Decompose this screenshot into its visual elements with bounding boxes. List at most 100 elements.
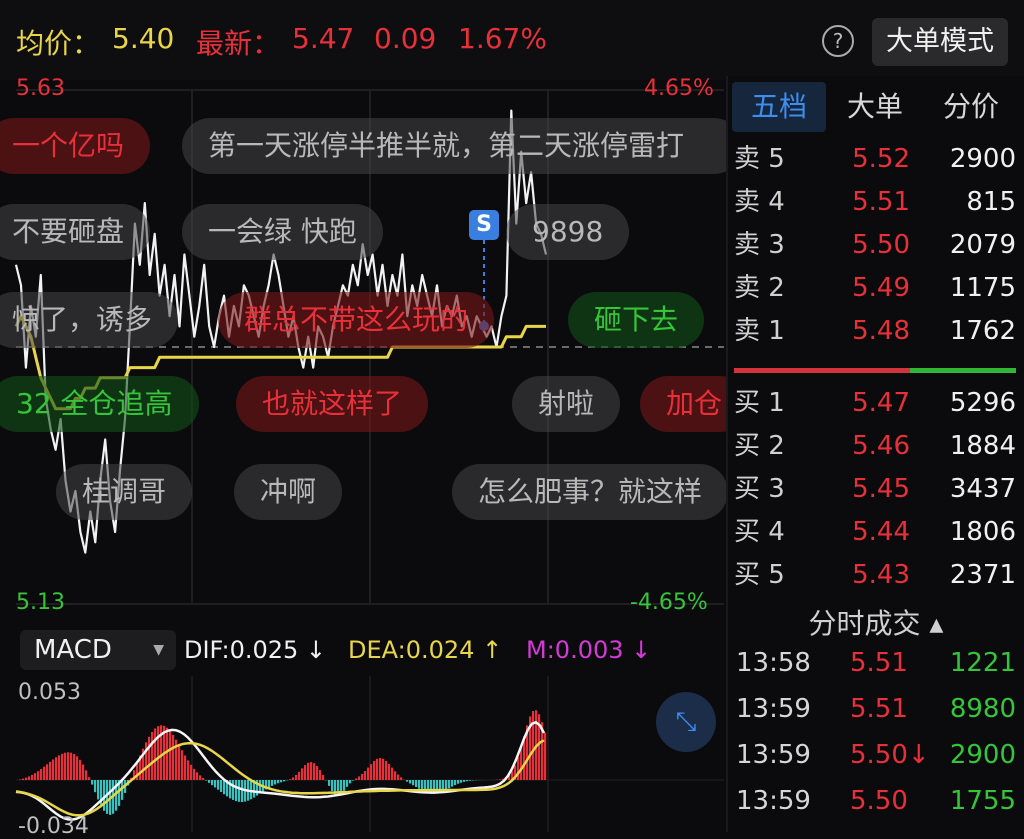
macd-histogram-bar	[418, 780, 420, 789]
danmaku-bubble[interactable]: 冲啊	[234, 464, 342, 520]
bid-row: 买 55.432371	[728, 554, 1024, 597]
macd-histogram-bar	[211, 780, 213, 785]
danmaku-layer: 一个亿吗 第一天涨停半推半就，第二天涨停雷打 不要砸盘 一会绿 快跑 9898 …	[0, 80, 726, 620]
danmaku-bubble[interactable]: 惊了，诱多	[0, 292, 178, 348]
avg-value: 5.40	[112, 22, 174, 55]
macd-histogram-bar	[40, 769, 42, 780]
danmaku-bubble[interactable]: 射啦	[512, 376, 620, 432]
quote-header: 均价： 5.40 最新： 5.47 0.09 1.67% ? 大单模式	[0, 0, 1024, 80]
danmaku-bubble[interactable]: 一个亿吗	[0, 118, 150, 174]
danmaku-bubble[interactable]: 怎么肥事？就这样	[452, 464, 726, 520]
macd-histogram-bar	[370, 764, 372, 780]
macd-bottom-value: -0.034	[18, 814, 89, 839]
macd-histogram-bar	[67, 752, 69, 780]
macd-histogram-bar	[28, 776, 30, 780]
dea-value: DEA:0.024 ↑	[348, 634, 502, 666]
macd-histogram-bar	[463, 780, 465, 782]
macd-histogram-bar	[283, 780, 285, 781]
macd-histogram-bar	[43, 767, 45, 780]
macd-histogram-bar	[328, 780, 330, 786]
expand-icon[interactable]: ⤡	[656, 692, 716, 752]
macd-histogram-bar	[307, 763, 309, 780]
tab-price-distribution[interactable]: 分价	[924, 82, 1018, 132]
macd-histogram-bar	[454, 780, 456, 785]
macd-histogram-bar	[202, 778, 204, 780]
danmaku-bubble[interactable]: 砸下去	[568, 292, 704, 348]
macd-histogram-bar	[421, 780, 423, 790]
indicator-selector[interactable]: MACD ▼	[20, 630, 176, 670]
dif-line	[16, 722, 544, 819]
macd-histogram-bar	[49, 762, 51, 780]
macd-histogram-bar	[352, 780, 354, 781]
macd-histogram-bar	[208, 780, 210, 783]
macd-histogram-bar	[385, 761, 387, 780]
danmaku-bubble[interactable]: 9898	[506, 204, 629, 260]
macd-histogram-bar	[313, 763, 315, 780]
trade-row: 13:585.511221	[728, 640, 1024, 686]
macd-histogram-bar	[52, 759, 54, 780]
macd-histogram-bar	[394, 771, 396, 780]
macd-histogram-bar	[58, 755, 60, 780]
macd-histogram-bar	[331, 780, 333, 791]
macd-histogram-bar	[451, 780, 453, 787]
danmaku-bubble[interactable]: 一会绿 快跑	[182, 204, 383, 260]
macd-histogram-bar	[235, 780, 237, 801]
sell-signal-marker[interactable]: S	[469, 210, 499, 240]
help-icon[interactable]: ?	[822, 25, 854, 57]
macd-top-value: 0.053	[18, 680, 81, 705]
avg-label: 均价：	[16, 22, 100, 62]
macd-histogram-bar	[238, 780, 240, 802]
macd-histogram-bar	[532, 711, 534, 780]
ask-row: 卖 15.481762	[728, 310, 1024, 353]
dea-line	[16, 740, 544, 815]
macd-histogram-bar	[88, 777, 90, 780]
ask-row: 卖 45.51815	[728, 181, 1024, 224]
danmaku-bubble[interactable]: 群总不带这么玩的	[218, 292, 494, 348]
latest-label: 最新：	[196, 22, 280, 62]
tab-big-orders[interactable]: 大单	[828, 82, 922, 132]
macd-histogram-bar	[268, 780, 270, 787]
macd-histogram-bar	[34, 773, 36, 780]
macd-histogram-bar	[343, 780, 345, 791]
macd-histogram-bar	[292, 777, 294, 780]
danmaku-bubble[interactable]: 也就这样了	[236, 376, 428, 432]
danmaku-bubble[interactable]: 不要砸盘	[0, 204, 150, 260]
macd-histogram-bar	[445, 780, 447, 790]
dif-value: DIF:0.025 ↓	[184, 634, 326, 666]
macd-histogram-bar	[349, 780, 351, 783]
macd-histogram-bar	[205, 780, 207, 781]
m-value: M:0.003 ↓	[526, 634, 651, 666]
danmaku-bubble[interactable]: 第一天涨停半推半就，第二天涨停雷打	[182, 118, 726, 174]
big-order-mode-button[interactable]: 大单模式	[872, 18, 1008, 66]
latest-price: 5.47	[292, 22, 354, 55]
macd-histogram-bar	[397, 775, 399, 780]
macd-histogram-bar	[361, 774, 363, 780]
macd-histogram-bar	[319, 770, 321, 780]
danmaku-bubble[interactable]: 32 全仓追高	[0, 376, 199, 432]
macd-histogram-bar	[181, 750, 183, 780]
macd-histogram-bar	[190, 765, 192, 780]
macd-histogram-bar	[154, 728, 156, 780]
macd-histogram-bar	[37, 771, 39, 780]
macd-chart	[0, 676, 726, 832]
macd-histogram-bar	[223, 780, 225, 794]
macd-histogram-bar	[517, 757, 519, 780]
macd-histogram-bar	[415, 780, 417, 787]
macd-histogram-bar	[355, 778, 357, 780]
tab-five-levels[interactable]: 五档	[732, 82, 826, 132]
macd-histogram-bar	[460, 780, 462, 783]
macd-histogram-bar	[172, 735, 174, 780]
macd-histogram-bar	[391, 768, 393, 780]
macd-histogram-bar	[304, 765, 306, 780]
danmaku-bubble[interactable]: 桂调哥	[56, 464, 192, 520]
bid-row: 买 25.461884	[728, 425, 1024, 468]
danmaku-bubble[interactable]: 加仓	[640, 376, 726, 432]
macd-histogram-bar	[196, 772, 198, 780]
macd-histogram-bar	[70, 753, 72, 780]
trades-title[interactable]: 分时成交 ▴	[728, 602, 1024, 642]
price-change-pct: 1.67%	[458, 22, 547, 55]
macd-histogram-bar	[193, 769, 195, 780]
macd-histogram-bar	[346, 780, 348, 787]
order-book-panel: 五档 大单 分价 卖 55.522900 卖 45.51815 卖 35.502…	[728, 76, 1024, 832]
macd-histogram-bar	[406, 780, 408, 782]
